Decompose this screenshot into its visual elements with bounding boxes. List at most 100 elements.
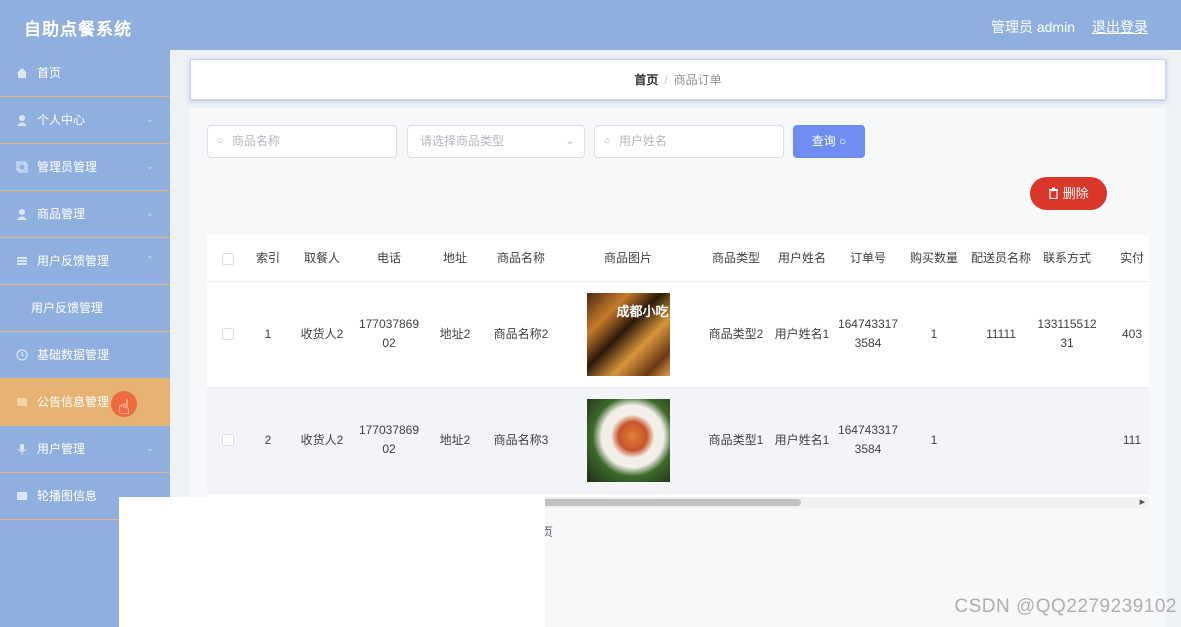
query-label: 查询: [811, 134, 836, 148]
chevron-down-icon: ⌄: [145, 114, 154, 125]
column-header: 取餐人: [287, 235, 357, 282]
search-icon: ○: [217, 135, 224, 147]
sidebar-item-product-management[interactable]: 商品管理 ⌄: [0, 191, 170, 238]
cell-phone: 17703786902: [357, 281, 421, 388]
product-name-placeholder: 商品名称: [232, 134, 281, 148]
breadcrumb-current: 商品订单: [673, 73, 722, 87]
trash-icon: [1049, 187, 1059, 200]
mic-icon: [17, 444, 27, 455]
sidebar-item-label: 基础数据管理: [37, 348, 110, 362]
column-header: 实付: [1099, 235, 1149, 282]
cell-quantity: 1: [901, 387, 967, 494]
cell-order-no: 1647433173584: [835, 387, 901, 494]
cell-product-type: 商品类型1: [703, 387, 769, 494]
image-caption: 成都小吃: [616, 303, 669, 319]
sidebar-item-notice-management[interactable]: 公告信息管理: [0, 379, 170, 426]
cell-order-no: 1647433173584: [835, 281, 901, 388]
sidebar-item-basic-data[interactable]: 基础数据管理: [0, 332, 170, 379]
cell-product-name: 商品名称3: [489, 387, 553, 494]
column-header: 购买数量: [901, 235, 967, 282]
folder-icon: [17, 398, 27, 406]
sidebar-item-personal-center[interactable]: 个人中心 ⌄: [0, 97, 170, 144]
logout-link[interactable]: 退出登录: [1092, 17, 1148, 37]
blank-overlay: [119, 497, 545, 627]
sidebar-subitem-feedback-management[interactable]: 用户反馈管理: [0, 285, 170, 332]
query-button[interactable]: 查询 ○: [793, 125, 865, 158]
sidebar-item-label: 用户管理: [37, 442, 86, 456]
search-icon: ○: [604, 135, 611, 147]
column-header: 商品名称: [489, 235, 553, 282]
sidebar-item-label: 管理员管理: [37, 160, 98, 174]
cell-user-name: 用户姓名1: [769, 281, 835, 388]
cell-quantity: 1: [901, 281, 967, 388]
chevron-down-icon: ⌄: [565, 136, 574, 147]
chevron-up-icon: ⌃: [145, 255, 154, 266]
cell-courier: [967, 387, 1035, 494]
sidebar-item-label: 用户反馈管理: [31, 301, 104, 315]
search-icon: ○: [839, 134, 847, 148]
sidebar-item-label: 个人中心: [37, 113, 86, 127]
chevron-down-icon: ⌄: [145, 161, 154, 172]
home-icon: [17, 68, 27, 78]
clock-icon: [16, 349, 28, 361]
cell-paid: 403: [1099, 281, 1149, 388]
column-header: 配送员名称: [967, 235, 1035, 282]
user-name-placeholder: 用户姓名: [619, 134, 668, 148]
column-header: 地址: [421, 235, 489, 282]
cell-product-type: 商品类型2: [703, 281, 769, 388]
product-type-placeholder: 请选择商品类型: [420, 134, 505, 148]
cell-product-image: 成都小吃: [553, 281, 703, 388]
watermark: CSDN @QQ2279239102: [954, 596, 1177, 617]
scroll-right-arrow-icon[interactable]: ▶: [1140, 497, 1145, 508]
product-name-input[interactable]: ○ 商品名称: [207, 125, 397, 158]
breadcrumb: 首页 / 商品订单: [190, 59, 1166, 100]
select-all-checkbox[interactable]: [222, 252, 234, 265]
user-icon: [17, 115, 27, 126]
sidebar-item-label: 商品管理: [37, 207, 86, 221]
column-header: 商品图片: [553, 235, 703, 282]
cell-phone: 17703786902: [357, 387, 421, 494]
sidebar-item-label: 公告信息管理: [37, 395, 110, 409]
cell-product-image: [553, 387, 703, 494]
column-header: 订单号: [835, 235, 901, 282]
user-icon: [17, 209, 27, 220]
delete-button[interactable]: 删除: [1030, 177, 1107, 210]
cell-paid: 111: [1099, 387, 1149, 494]
food-photo-icon[interactable]: 成都小吃: [586, 292, 670, 376]
column-header: 商品类型: [703, 235, 769, 282]
sidebar-item-user-management[interactable]: 用户管理 ⌄: [0, 426, 170, 473]
column-header: 用户姓名: [769, 235, 835, 282]
user-name-input[interactable]: ○ 用户姓名: [594, 125, 784, 158]
breadcrumb-home[interactable]: 首页: [634, 73, 658, 87]
hand-cursor-icon: ☝: [118, 397, 131, 419]
sidebar-item-admin-management[interactable]: 管理员管理 ⌄: [0, 144, 170, 191]
list-icon: [17, 257, 27, 265]
cell-address: 地址2: [421, 281, 489, 388]
admin-label: 管理员 admin: [990, 19, 1075, 35]
breadcrumb-separator: /: [664, 73, 668, 87]
cell-receiver: 收货人2: [287, 281, 357, 388]
column-header: 索引: [249, 235, 287, 282]
table-row: 1 收货人2 17703786902 地址2 商品名称2 成都小吃 商品类型2 …: [207, 281, 1149, 388]
cell-product-name: 商品名称2: [489, 281, 553, 388]
sidebar-item-feedback-management[interactable]: 用户反馈管理 ⌃: [0, 238, 170, 285]
app-title: 自助点餐系统: [24, 20, 132, 39]
row-checkbox[interactable]: [222, 434, 234, 447]
pasta-photo-icon[interactable]: [586, 398, 670, 482]
copy-icon: [16, 161, 28, 173]
cell-address: 地址2: [421, 387, 489, 494]
cell-receiver: 收货人2: [287, 387, 357, 494]
chevron-down-icon: ⌄: [145, 443, 154, 454]
sidebar-item-home[interactable]: 首页: [0, 50, 170, 97]
chevron-down-icon: ⌄: [145, 208, 154, 219]
cell-index: 2: [249, 387, 287, 494]
orders-table: 索引 取餐人 电话 地址 商品名称 商品图片 商品类型 用户姓名 订单号 购买数…: [207, 235, 1149, 497]
sidebar-item-label: 首页: [37, 66, 62, 80]
cell-courier: 11111: [967, 281, 1035, 388]
product-type-select[interactable]: 请选择商品类型 ⌄: [407, 125, 585, 158]
table-row: 2 收货人2 17703786902 地址2 商品名称3 商品类型1 用户姓名1…: [207, 387, 1149, 494]
sidebar-item-label: 轮播图信息: [37, 489, 98, 503]
folder-icon: [17, 492, 27, 500]
row-checkbox[interactable]: [222, 328, 234, 341]
table-header-row: 索引 取餐人 电话 地址 商品名称 商品图片 商品类型 用户姓名 订单号 购买数…: [207, 235, 1149, 282]
